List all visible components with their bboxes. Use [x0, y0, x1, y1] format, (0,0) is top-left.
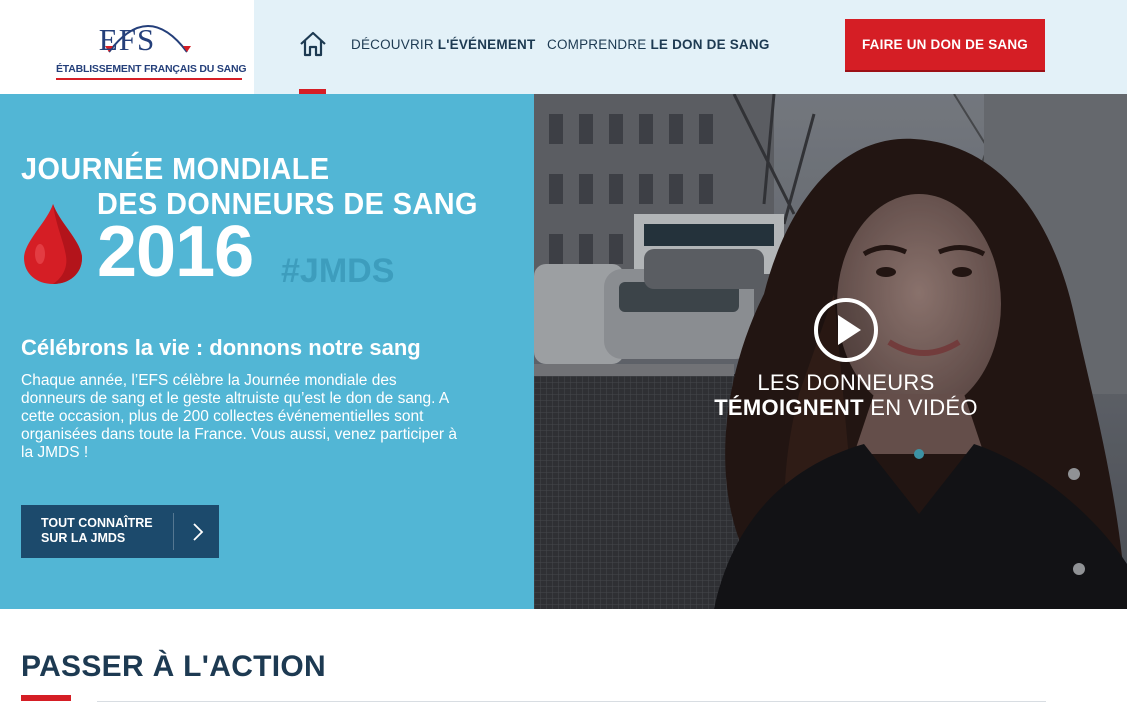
hero-panel: JOURNÉE MONDIALE DES DONNEURS DE SANG 20…: [0, 94, 534, 609]
video-caption-line1: LES DONNEURS: [757, 370, 935, 395]
video-caption: LES DONNEURS TÉMOIGNENT EN VIDÉO: [714, 370, 978, 420]
section-divider: [97, 701, 1046, 702]
event-title-line1: JOURNÉE MONDIALE: [21, 151, 330, 186]
button-divider: [173, 513, 174, 550]
section-accent-bar: [21, 695, 71, 701]
nav-understand-prefix: COMPRENDRE: [547, 37, 651, 52]
nav-understand-donation[interactable]: COMPRENDRE LE DON DE SANG: [547, 37, 770, 52]
video-thumbnail[interactable]: LES DONNEURS TÉMOIGNENT EN VIDÉO: [534, 94, 1127, 609]
chevron-right-icon: [193, 523, 204, 541]
learn-more-jmds-button[interactable]: TOUT CONNAÎTRE SUR LA JMDS: [21, 505, 219, 558]
hero-heading: Célébrons la vie : donnons notre sang: [21, 335, 421, 360]
home-icon: [300, 31, 326, 57]
video-caption-rest: EN VIDÉO: [863, 395, 978, 420]
learn-more-label: TOUT CONNAÎTRE SUR LA JMDS: [41, 516, 153, 545]
logo-title: EFS: [98, 22, 156, 57]
site-header: EFS ÉTABLISSEMENT FRANÇAIS DU SANG DÉCOU…: [0, 0, 1127, 94]
event-year: 2016: [97, 212, 254, 292]
video-caption-bold: TÉMOIGNENT: [714, 395, 864, 420]
video-caption-line2: TÉMOIGNENT EN VIDÉO: [714, 395, 978, 420]
blood-drop-icon: [24, 204, 82, 284]
hero-description: Chaque année, l’EFS célèbre la Journée m…: [21, 372, 457, 461]
donate-blood-button[interactable]: FAIRE UN DON DE SANG: [845, 19, 1045, 70]
nav-understand-bold: LE DON DE SANG: [650, 37, 770, 52]
nav-home-button[interactable]: [299, 30, 327, 58]
logo-underline: [56, 78, 242, 80]
efs-logo[interactable]: EFS ÉTABLISSEMENT FRANÇAIS DU SANG: [0, 0, 254, 94]
play-icon[interactable]: [813, 297, 879, 363]
logo-subtitle: ÉTABLISSEMENT FRANÇAIS DU SANG: [56, 63, 247, 75]
section-title: PASSER À L'ACTION: [21, 650, 327, 683]
nav-discover-bold: L'ÉVÉNEMENT: [437, 37, 536, 52]
event-hashtag: #JMDS: [281, 252, 395, 290]
nav-discover-event[interactable]: DÉCOUVRIR L'ÉVÉNEMENT: [351, 37, 535, 52]
nav-discover-prefix: DÉCOUVRIR: [351, 37, 438, 52]
